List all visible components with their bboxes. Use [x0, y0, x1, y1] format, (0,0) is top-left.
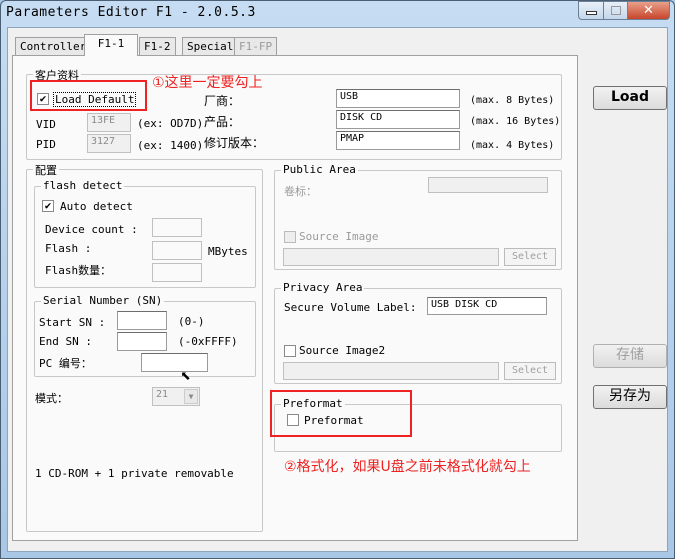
vid-input[interactable]: 13FE: [87, 113, 131, 132]
load-button[interactable]: Load: [593, 86, 667, 110]
tab-special[interactable]: Special: [182, 37, 239, 56]
end-sn-input[interactable]: [117, 332, 167, 351]
vendor-input[interactable]: USB: [336, 89, 460, 108]
vid-label: VID: [36, 118, 56, 131]
privacy-select-button[interactable]: Select: [504, 362, 556, 380]
tab-f1-1[interactable]: F1-1: [84, 34, 138, 56]
source-image-label: Source Image: [299, 230, 379, 243]
annotation-note-1: ①这里一定要勾上: [152, 75, 263, 91]
save-button[interactable]: 存储: [593, 344, 667, 368]
source-image-checkbox[interactable]: [284, 231, 296, 243]
public-select-button[interactable]: Select: [504, 248, 556, 266]
tab-f1-fp[interactable]: F1-FP: [234, 37, 278, 56]
flash-detect-title: flash detect: [41, 179, 125, 192]
close-icon: ✕: [643, 3, 654, 18]
pc-number-label: PC 编号：: [39, 357, 92, 370]
mode-value: 21: [156, 389, 169, 400]
volume-label: 卷标：: [284, 185, 317, 198]
mbytes-label: MBytes: [208, 245, 248, 258]
end-sn-hint: (-0xFFFF): [178, 335, 238, 348]
maximize-button[interactable]: [603, 1, 628, 20]
annotation-note-2: ②格式化，如果U盘之前未格式化就勾上: [284, 459, 531, 475]
serial-number-title: Serial Number (SN): [41, 294, 165, 307]
config-group-title: 配置: [33, 162, 59, 178]
save-as-button[interactable]: 另存为: [593, 385, 667, 409]
pc-number-input[interactable]: [141, 353, 208, 372]
end-sn-label: End SN :: [39, 335, 92, 348]
volume-label-input[interactable]: [428, 177, 548, 193]
minimize-button[interactable]: [578, 1, 604, 20]
mouse-cursor-icon: ⬉: [180, 366, 191, 387]
flash-label: Flash :: [45, 242, 92, 255]
vendor-label: 厂商：: [204, 94, 241, 108]
start-sn-label: Start SN :: [39, 316, 106, 329]
annotation-box-1: [30, 80, 147, 111]
source-image2-checkbox[interactable]: [284, 345, 296, 357]
close-button[interactable]: ✕: [627, 1, 670, 20]
window-title: Parameters Editor F1 - 2.0.5.3: [6, 5, 256, 20]
device-count-input[interactable]: [152, 218, 202, 237]
privacy-area-title: Privacy Area: [281, 281, 365, 294]
pid-input[interactable]: 3127: [87, 134, 131, 153]
product-input[interactable]: DISK CD: [336, 110, 460, 129]
source-image-input[interactable]: [283, 248, 499, 266]
product-hint: (max. 16 Bytes): [470, 116, 561, 127]
annotation-box-2: [270, 390, 412, 437]
device-count-label: Device count :: [45, 223, 138, 236]
chevron-down-icon: ▼: [184, 389, 198, 404]
start-sn-input[interactable]: [117, 311, 167, 330]
revision-hint: (max. 4 Bytes): [470, 140, 555, 151]
flash-count-input[interactable]: [152, 263, 202, 282]
auto-detect-checkbox[interactable]: ✔: [42, 200, 54, 212]
flash-input[interactable]: [152, 241, 202, 260]
revision-input[interactable]: PMAP: [336, 131, 460, 150]
vid-hint: (ex: OD7D): [137, 117, 204, 130]
flash-count-label: Flash数量：: [45, 264, 112, 277]
source-image2-input[interactable]: [283, 362, 499, 380]
secure-volume-input[interactable]: USB DISK CD: [427, 297, 547, 315]
vendor-hint: (max. 8 Bytes): [470, 95, 555, 106]
auto-detect-label: Auto detect: [60, 200, 133, 213]
start-sn-hint: (0-): [178, 315, 205, 328]
tab-f1-2[interactable]: F1-2: [139, 37, 176, 56]
pid-hint: (ex: 1400): [137, 139, 204, 152]
mode-label: 模式：: [35, 392, 68, 405]
revision-label: 修订版本：: [204, 136, 265, 150]
tab-controller[interactable]: Controller: [15, 37, 92, 56]
product-label: 产品：: [204, 115, 241, 129]
pid-label: PID: [36, 138, 56, 151]
mode-select[interactable]: 21 ▼: [152, 387, 200, 406]
config-summary: 1 CD-ROM + 1 private removable: [35, 467, 234, 480]
source-image2-label: Source Image2: [299, 344, 386, 357]
public-area-title: Public Area: [281, 163, 358, 176]
secure-volume-label: Secure Volume Label:: [284, 301, 417, 314]
